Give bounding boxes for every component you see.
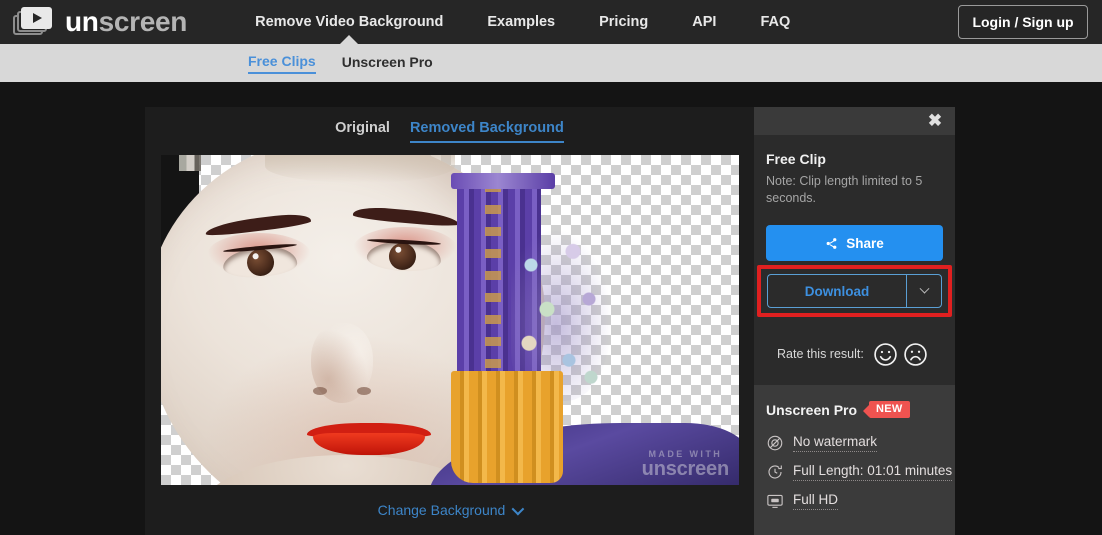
tab-removed-background[interactable]: Removed Background [409,120,564,143]
share-icon [825,237,838,250]
no-watermark-icon [766,434,784,452]
subject-lips [307,423,431,456]
pro-feature-label: Full HD [793,492,839,510]
preview-column: Original Removed Background MADE WITH un… [145,107,754,535]
tab-unscreen-pro[interactable]: Unscreen Pro [342,54,433,73]
chevron-down-icon [511,502,525,515]
chevron-down-icon [919,283,929,294]
clock-icon [766,463,784,481]
cutout-subject-image [161,155,739,485]
nav-link-examples[interactable]: Examples [465,0,577,44]
primary-nav-links: Remove Video Background Examples Pricing… [233,0,812,44]
download-highlight-box: Download [757,265,952,317]
sub-navigation-bar: Free Clips Unscreen Pro [0,44,1102,82]
brand-wordmark: unscreen [65,6,187,38]
change-background-button[interactable]: Change Background [145,495,754,525]
brand-text-un: un [65,6,99,37]
pro-feature-no-watermark[interactable]: No watermark [766,434,943,452]
nostril-right [357,387,371,395]
result-side-panel: ✖ Free Clip Note: Clip length limited to… [754,107,955,535]
nostril-left [313,387,327,395]
video-preview-canvas[interactable]: MADE WITH unscreen [161,155,739,485]
editor-stage: Original Removed Background MADE WITH un… [0,82,1102,535]
smiley-happy-icon[interactable] [873,342,898,367]
unscreen-pro-section: Unscreen Pro NEW No watermark Full Lengt… [754,385,955,535]
brand-logo[interactable]: unscreen [12,6,187,38]
unscreen-pro-title: Unscreen Pro [766,401,858,418]
rate-result-label: Rate this result: [777,347,864,361]
download-options-button[interactable] [906,274,942,308]
editor-card: Original Removed Background MADE WITH un… [145,107,955,535]
tab-free-clips[interactable]: Free Clips [248,53,316,74]
free-clip-title: Free Clip [766,151,826,167]
pro-feature-label: Full Length: 01:01 minutes [793,463,953,481]
panel-title-bar: ✖ [754,107,955,135]
frame-speck [179,155,201,171]
monitor-hd-icon [766,492,784,510]
preview-view-tabs: Original Removed Background [145,120,754,150]
rate-result-row: Rate this result: [754,325,955,383]
pro-feature-full-hd[interactable]: Full HD [766,492,943,510]
free-clip-note: Note: Clip length limited to 5 seconds. [766,174,923,205]
login-signup-button[interactable]: Login / Sign up [958,5,1088,39]
change-background-label: Change Background [377,502,506,518]
top-navigation-bar: unscreen Remove Video Background Example… [0,0,1102,44]
close-icon[interactable]: ✖ [925,111,945,131]
pro-feature-full-length[interactable]: Full Length: 01:01 minutes [766,463,953,481]
video-play-stack-icon [12,6,56,38]
brand-text-screen: screen [98,6,188,37]
smiley-sad-icon[interactable] [903,342,928,367]
new-badge: NEW [863,401,910,418]
nav-link-api[interactable]: API [670,0,738,44]
nav-link-remove-video-background[interactable]: Remove Video Background [233,0,465,44]
share-button[interactable]: Share [766,225,943,261]
download-button[interactable]: Download [767,274,906,308]
nav-link-faq[interactable]: FAQ [738,0,812,44]
nav-link-pricing[interactable]: Pricing [577,0,670,44]
hair-ornament [451,173,611,483]
share-label: Share [846,235,884,251]
download-button-group: Download [767,274,942,308]
tab-original[interactable]: Original [335,120,390,141]
unscreen-pro-header: Unscreen Pro NEW [766,401,943,418]
pro-feature-label: No watermark [793,434,878,452]
